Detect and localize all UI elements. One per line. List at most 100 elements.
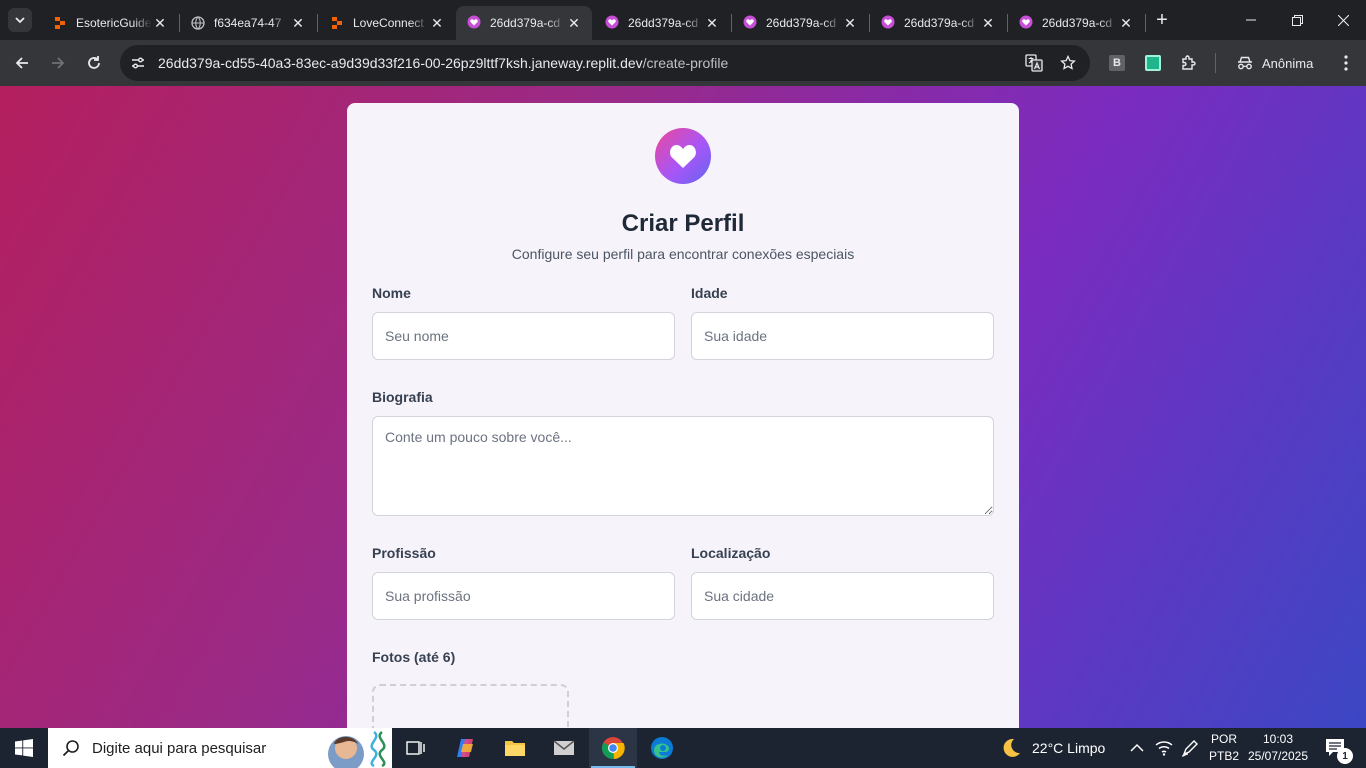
- close-icon[interactable]: ✕: [290, 15, 306, 31]
- tab-title: f634ea74-47: [214, 16, 282, 30]
- weather-text: 22°C Limpo: [1032, 740, 1106, 756]
- app-logo: [655, 128, 711, 184]
- copilot-icon: [457, 739, 473, 757]
- more-vert-icon: [1344, 55, 1348, 71]
- tab-title: 26dd379a-cd: [628, 16, 699, 30]
- extensions-button[interactable]: [1177, 51, 1201, 75]
- location-label: Localização: [691, 545, 771, 561]
- tab-divider: [1145, 14, 1146, 32]
- search-icon: [62, 740, 79, 757]
- keyboard-layout: PTB2: [1208, 749, 1239, 763]
- bookmark-button[interactable]: [1054, 49, 1082, 77]
- heart-pin-icon: [1018, 15, 1034, 31]
- chrome-taskbar-button[interactable]: [589, 728, 637, 768]
- tab-search-button[interactable]: [8, 8, 32, 32]
- tab-esotericguide[interactable]: EsotericGuide ✕: [42, 6, 178, 40]
- forward-button[interactable]: [44, 49, 72, 77]
- taskbar-search-box[interactable]: Digite aqui para pesquisar: [48, 728, 392, 768]
- clock-time: 10:03: [1262, 732, 1294, 746]
- close-icon[interactable]: ✕: [842, 15, 858, 31]
- windows-taskbar: Digite aqui para pesquisar 22°C Limpo PO…: [0, 728, 1366, 768]
- close-window-button[interactable]: [1320, 0, 1366, 40]
- file-explorer-button[interactable]: [491, 728, 539, 768]
- tab-title: EsotericGuide: [76, 16, 152, 30]
- new-tab-button[interactable]: +: [1150, 8, 1174, 32]
- b-icon: B: [1109, 55, 1125, 71]
- tab-duplicate-4[interactable]: 26dd379a-cd ✕: [1008, 6, 1144, 40]
- weather-widget[interactable]: 22°C Limpo: [1000, 728, 1105, 768]
- tab-create-profile-active[interactable]: 26dd379a-cd ✕: [456, 6, 592, 40]
- back-button[interactable]: [8, 49, 36, 77]
- minimize-icon: [1246, 19, 1256, 21]
- heart-icon: [670, 145, 696, 168]
- search-highlight-icon: [328, 731, 386, 768]
- close-icon[interactable]: ✕: [429, 15, 445, 31]
- close-icon[interactable]: ✕: [1118, 15, 1134, 31]
- folder-icon: [505, 741, 525, 756]
- profession-input[interactable]: [372, 572, 675, 620]
- age-input[interactable]: [691, 312, 994, 360]
- extension-b-button[interactable]: B: [1105, 51, 1129, 75]
- chrome-icon: [602, 737, 625, 760]
- browser-menu-button[interactable]: [1332, 49, 1360, 77]
- restore-icon: [1291, 14, 1303, 26]
- reload-button[interactable]: [80, 49, 108, 77]
- name-input[interactable]: [372, 312, 675, 360]
- heart-pin-icon: [604, 15, 620, 31]
- url-text[interactable]: 26dd379a-cd55-40a3-83ec-a9d39d33f216-00-…: [158, 55, 728, 71]
- notification-count-badge: 1: [1337, 748, 1353, 764]
- edge-button[interactable]: [638, 728, 686, 768]
- minimize-button[interactable]: [1228, 0, 1274, 40]
- close-icon[interactable]: ✕: [980, 15, 996, 31]
- incognito-profile-button[interactable]: Anônima: [1228, 48, 1323, 78]
- location-input[interactable]: [691, 572, 994, 620]
- tab-duplicate-3[interactable]: 26dd379a-cd ✕: [870, 6, 1006, 40]
- pen-icon: [1181, 740, 1198, 757]
- tray-overflow-button[interactable]: [1130, 728, 1144, 768]
- close-icon[interactable]: ✕: [704, 15, 720, 31]
- page-subtitle: Configure seu perfil para encontrar cone…: [511, 246, 855, 262]
- taskbar-search-placeholder: Digite aqui para pesquisar: [92, 739, 267, 757]
- translate-button[interactable]: [1020, 49, 1048, 77]
- task-view-button[interactable]: [392, 728, 440, 768]
- puzzle-icon: [1182, 55, 1196, 70]
- page-title: Criar Perfil: [621, 210, 745, 237]
- tab-f634ea74[interactable]: f634ea74-47 ✕: [180, 6, 316, 40]
- close-icon[interactable]: ✕: [566, 15, 582, 31]
- tab-duplicate-2[interactable]: 26dd379a-cd ✕: [732, 6, 868, 40]
- bio-textarea[interactable]: [372, 416, 994, 516]
- network-button[interactable]: [1155, 728, 1173, 768]
- windows-logo-icon: [15, 739, 33, 757]
- close-icon[interactable]: ✕: [152, 15, 168, 31]
- tab-divider: [317, 14, 318, 32]
- toolbar-divider: [1215, 53, 1216, 73]
- address-bar[interactable]: 26dd379a-cd55-40a3-83ec-a9d39d33f216-00-…: [120, 45, 1090, 81]
- clock[interactable]: 10:03 25/07/2025: [1240, 731, 1316, 765]
- notifications-button[interactable]: 1: [1325, 728, 1353, 768]
- extension-green-button[interactable]: [1141, 51, 1165, 75]
- replit-icon: [329, 15, 345, 31]
- mail-button[interactable]: [540, 728, 588, 768]
- translate-icon: [1025, 54, 1043, 72]
- browser-toolbar: 26dd379a-cd55-40a3-83ec-a9d39d33f216-00-…: [0, 40, 1366, 86]
- copilot-button[interactable]: [442, 728, 490, 768]
- pen-button[interactable]: [1181, 728, 1199, 768]
- wifi-icon: [1155, 741, 1173, 756]
- profession-label: Profissão: [372, 545, 436, 561]
- site-info-button[interactable]: [124, 49, 152, 77]
- globe-icon: [190, 15, 206, 31]
- tab-loveconnect[interactable]: LoveConnect ✕: [319, 6, 455, 40]
- photos-label: Fotos (até 6): [372, 649, 456, 665]
- close-icon: [1337, 14, 1349, 26]
- tab-title: LoveConnect: [353, 16, 424, 30]
- mail-icon: [553, 740, 575, 755]
- arrow-right-icon: [52, 57, 65, 69]
- tab-title: 26dd379a-cd: [766, 16, 837, 30]
- name-label: Nome: [372, 285, 411, 301]
- start-button[interactable]: [0, 728, 48, 768]
- restore-button[interactable]: [1274, 0, 1320, 40]
- language-indicator[interactable]: POR PTB2: [1206, 731, 1242, 765]
- chevron-up-icon: [1130, 743, 1144, 752]
- tab-duplicate-1[interactable]: 26dd379a-cd ✕: [594, 6, 730, 40]
- photo-upload-slot[interactable]: [372, 684, 569, 728]
